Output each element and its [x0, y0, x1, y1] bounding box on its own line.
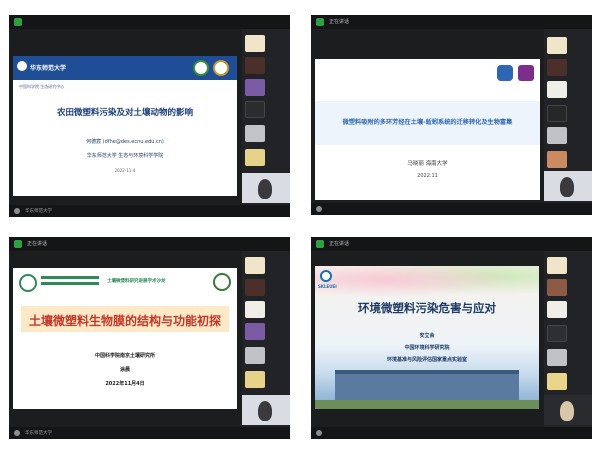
- participant-avatar[interactable]: [547, 373, 567, 390]
- slide-author: 安立会: [419, 333, 435, 339]
- participant-avatar[interactable]: [245, 279, 265, 296]
- participant-avatar[interactable]: [547, 325, 567, 342]
- institute-logo-icon: [19, 274, 37, 292]
- meeting-bottom-bar: [311, 203, 592, 215]
- slide-date: 2022.11: [417, 173, 438, 179]
- institute-logo-icon: [518, 65, 534, 81]
- speaking-indicator: 正在讲话: [329, 19, 350, 25]
- participant-avatar[interactable]: [245, 149, 265, 166]
- meeting-screenshot-1: 华东师范大学 中国科学院 生态研究中心 农田微塑料污染及对土壤动物的影响 何德宸…: [9, 15, 290, 217]
- lab-logo-icon: [320, 270, 332, 282]
- shared-slide: 华东师范大学 中国科学院 生态研究中心 农田微塑料污染及对土壤动物的影响 何德宸…: [13, 56, 237, 196]
- meeting-bottom-bar: [311, 427, 592, 439]
- slide-author: 涂晨: [119, 367, 130, 373]
- speaker-video[interactable]: [544, 171, 592, 201]
- decorative-art: [315, 266, 539, 300]
- microphone-icon[interactable]: [14, 208, 20, 214]
- bottom-bar-label: 华东师范大学: [25, 209, 52, 214]
- speaker-person-icon: [258, 401, 272, 421]
- slide-author: 何德宸 (dfhe@des.ecnu.edu.cn): [86, 139, 164, 145]
- participant-avatar[interactable]: [547, 279, 567, 296]
- participant-avatar[interactable]: [547, 151, 567, 168]
- lawn: [315, 400, 539, 409]
- slide-title: 环境微塑料污染危害与应对: [358, 301, 496, 315]
- slide-header-text: 华东师范大学: [30, 65, 67, 72]
- slide-org: 中国科学院南京土壤研究所: [94, 353, 155, 359]
- shared-slide: 土壤微塑料研究进展学术沙龙 土壤微塑料生物膜的结构与功能初探 中国科学院南京土壤…: [13, 268, 237, 409]
- lab-logo-text: SKLEUEI: [318, 284, 337, 289]
- hainan-university-logo-icon: [497, 65, 513, 81]
- society-logo-icon: [213, 273, 231, 291]
- security-icon: [14, 240, 22, 248]
- speaker-person-icon: [560, 177, 574, 197]
- speaker-person-icon: [258, 179, 272, 199]
- bottom-bar-label: 华东师范大学: [25, 431, 52, 436]
- security-icon: [14, 18, 22, 26]
- meeting-top-bar: 正在讲话: [9, 237, 290, 251]
- slide-org: 中国环境科学研究院: [404, 345, 450, 351]
- institute-name-lines: [41, 276, 99, 279]
- security-icon: [316, 240, 324, 248]
- meeting-top-bar: [9, 15, 290, 29]
- microphone-icon[interactable]: [316, 206, 322, 212]
- institute-logo-icon: [193, 60, 209, 76]
- meeting-bottom-bar: 华东师范大学: [9, 427, 290, 439]
- speaking-indicator: 正在讲话: [329, 241, 350, 247]
- participant-avatar[interactable]: [547, 127, 567, 144]
- meeting-bottom-bar: 华东师范大学: [9, 205, 290, 217]
- participant-avatar[interactable]: [245, 125, 265, 142]
- speaker-video[interactable]: [242, 395, 290, 425]
- microphone-icon[interactable]: [14, 430, 20, 436]
- institute-name-lines: [41, 282, 99, 285]
- university-logo-icon: [17, 61, 27, 71]
- slide-author: 马晓丽 海南大学: [407, 161, 448, 167]
- participant-avatar[interactable]: [245, 257, 265, 274]
- building-roof: [335, 370, 519, 374]
- speaking-indicator: 正在讲话: [27, 241, 48, 247]
- participant-avatar[interactable]: [245, 79, 265, 96]
- participant-avatar[interactable]: [547, 59, 567, 76]
- participant-avatar[interactable]: [547, 37, 567, 54]
- shared-slide: 微塑料吸附的多环芳烃在土壤-蚯蚓系统的迁移转化及生物富集 马晓丽 海南大学 20…: [315, 59, 540, 200]
- security-icon: [316, 18, 324, 26]
- participant-avatar[interactable]: [547, 257, 567, 274]
- meeting-screenshot-4: 正在讲话 SKLEUEI 环境微塑料污染危害与应对 安立会 中国环境科学研究院 …: [311, 237, 592, 439]
- slide-lab: 环境基准与风险评估国家重点实验室: [386, 357, 467, 363]
- participant-avatar[interactable]: [547, 81, 567, 98]
- microphone-icon[interactable]: [316, 430, 322, 436]
- speaker-video[interactable]: [242, 173, 290, 203]
- participant-avatar[interactable]: [547, 105, 567, 122]
- slide-title: 农田微塑料污染及对土壤动物的影响: [56, 108, 193, 118]
- participant-avatar[interactable]: [245, 57, 265, 74]
- slide-sub-header: 中国科学院 生态研究中心: [19, 84, 65, 89]
- slide-date: 2022年11月4日: [105, 381, 145, 387]
- participant-avatar[interactable]: [245, 101, 265, 118]
- slide-title: 土壤微塑料生物膜的结构与功能初探: [28, 314, 221, 328]
- meeting-top-bar: 正在讲话: [311, 237, 592, 251]
- meeting-top-bar: 正在讲话: [311, 15, 592, 29]
- participant-avatar[interactable]: [547, 301, 567, 318]
- slide-date: 2022-11-4: [114, 168, 136, 173]
- participant-avatar[interactable]: [245, 347, 265, 364]
- participant-avatar[interactable]: [245, 35, 265, 52]
- speaker-video[interactable]: [544, 395, 592, 425]
- speaker-person-icon: [560, 401, 574, 421]
- building-image: [335, 374, 519, 400]
- participant-avatar[interactable]: [547, 349, 567, 366]
- meeting-screenshot-3: 正在讲话 土壤微塑料研究进展学术沙龙 土壤微塑料生物膜的结构与功能初探 中国科学…: [9, 237, 290, 439]
- slide-title: 微塑料吸附的多环芳烃在土壤-蚯蚓系统的迁移转化及生物富集: [342, 119, 513, 126]
- shared-slide: SKLEUEI 环境微塑料污染危害与应对 安立会 中国环境科学研究院 环境基准与…: [315, 266, 539, 409]
- participant-avatar[interactable]: [245, 371, 265, 388]
- meeting-screenshot-2: 正在讲话 微塑料吸附的多环芳烃在土壤-蚯蚓系统的迁移转化及生物富集 马晓丽 海南…: [311, 15, 592, 215]
- slide-header-text: 土壤微塑料研究进展学术沙龙: [107, 279, 166, 284]
- participant-avatar[interactable]: [245, 323, 265, 340]
- slide-affiliation: 华东师范大学 生态与环境科学学院: [86, 153, 164, 159]
- society-logo-icon: [213, 60, 229, 76]
- participant-avatar[interactable]: [245, 301, 265, 318]
